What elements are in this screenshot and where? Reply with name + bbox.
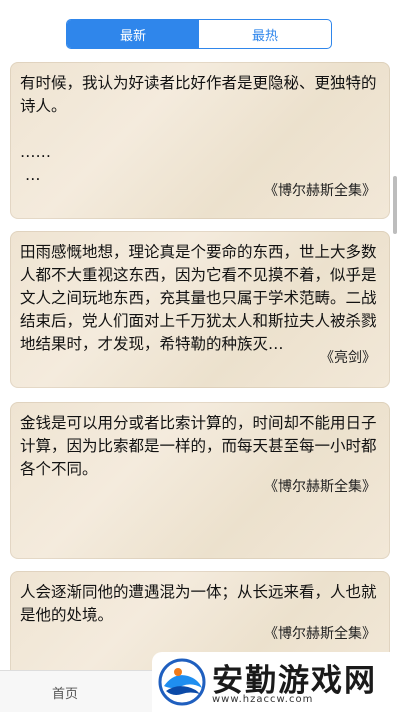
quote-card[interactable]: 金钱是可以用分或者比索计算的，时间却不能用日子计算，因为比索都是一样的，而每天甚… bbox=[10, 402, 390, 559]
quote-text: 人会逐渐同他的遭遇混为一体；从长远来看，人也就是他的处境。 bbox=[20, 583, 377, 624]
quote-text: 有时候，我认为好读者比好作者是更隐秘、更独特的诗人。 …… … bbox=[20, 74, 377, 184]
tab-home[interactable]: 首页 bbox=[52, 683, 78, 702]
watermark-url: www.hzaccw.com bbox=[212, 694, 314, 705]
quote-source: 《博尔赫斯全集》 bbox=[264, 626, 376, 642]
tab-hottest[interactable]: 最热 bbox=[199, 20, 331, 48]
segmented-control: 最新 最热 bbox=[66, 19, 332, 49]
watermark-logo-icon bbox=[158, 658, 206, 706]
tab-latest[interactable]: 最新 bbox=[67, 20, 199, 48]
quote-card[interactable]: 田雨感慨地想，理论真是个要命的东西，世上大多数人都不大重视这东西，因为它看不见摸… bbox=[10, 231, 390, 388]
quote-source: 《亮剑》 bbox=[320, 350, 376, 366]
watermark: 安勤游戏网 www.hzaccw.com bbox=[152, 652, 400, 712]
quote-text: 金钱是可以用分或者比索计算的，时间却不能用日子计算，因为比索都是一样的，而每天甚… bbox=[20, 414, 377, 478]
quote-source: 《博尔赫斯全集》 bbox=[264, 479, 376, 495]
scroll-indicator[interactable] bbox=[393, 176, 397, 234]
quote-card[interactable]: 有时候，我认为好读者比好作者是更隐秘、更独特的诗人。 …… … 《博尔赫斯全集》 bbox=[10, 62, 390, 219]
quote-text: 田雨感慨地想，理论真是个要命的东西，世上大多数人都不大重视这东西，因为它看不见摸… bbox=[20, 243, 377, 353]
quote-feed[interactable]: 有时候，我认为好读者比好作者是更隐秘、更独特的诗人。 …… … 《博尔赫斯全集》… bbox=[0, 58, 400, 670]
quote-source: 《博尔赫斯全集》 bbox=[264, 183, 376, 199]
